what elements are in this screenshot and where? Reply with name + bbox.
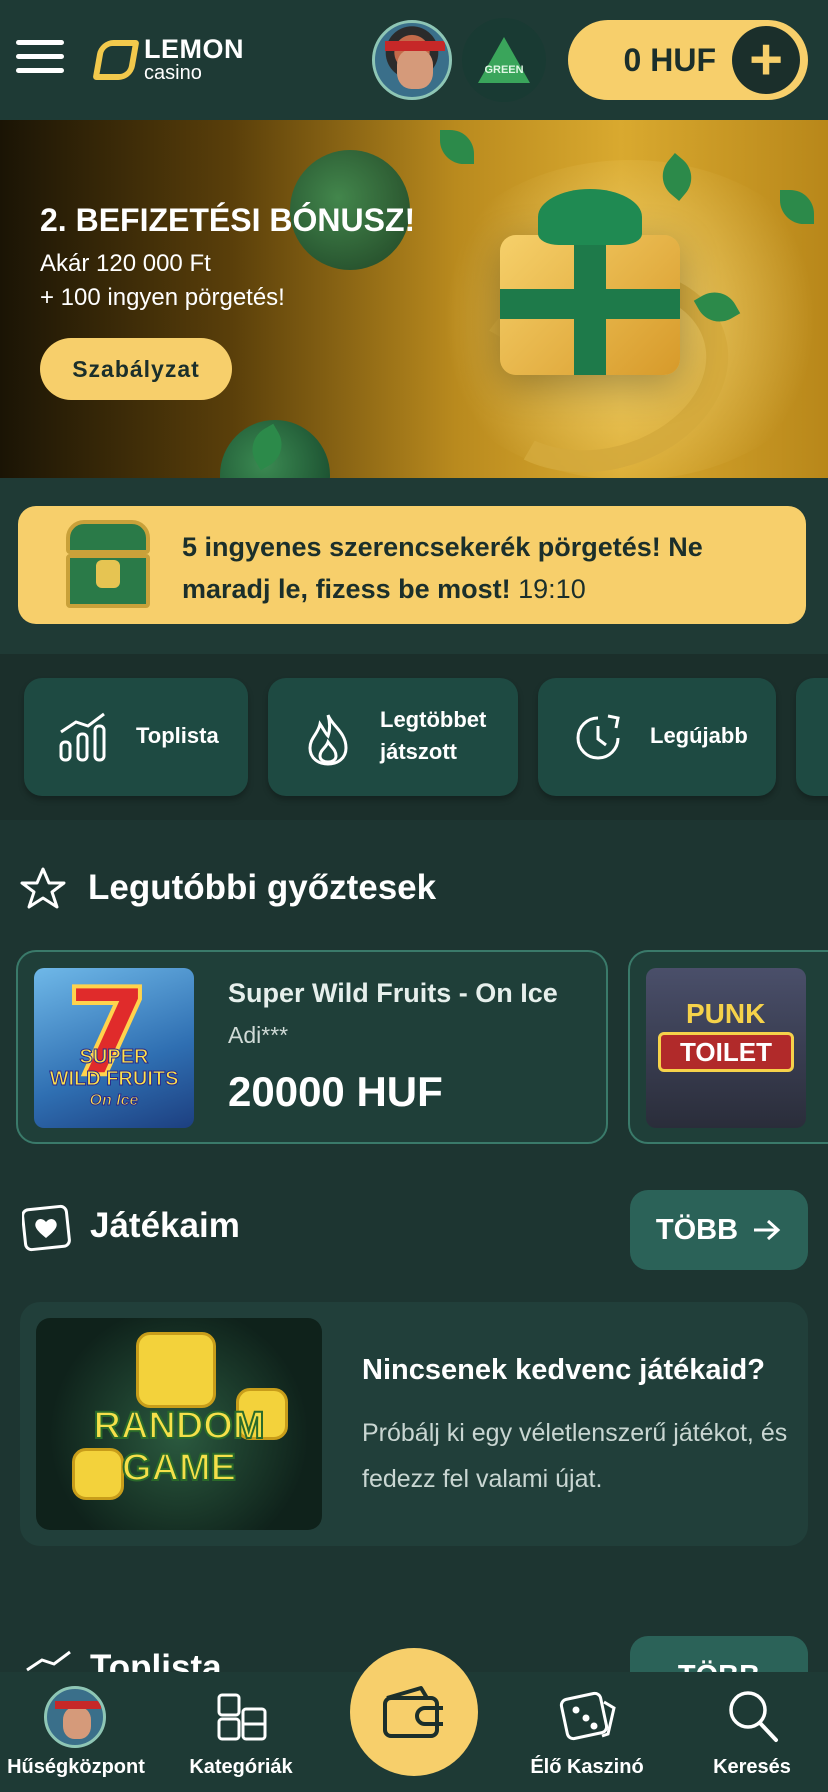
promo-strip-section: 5 ingyenes szerencsekerék pörgetés! Ne m…	[0, 478, 828, 654]
star-icon	[20, 867, 66, 909]
chip-label-toplista: Toplista	[136, 723, 219, 748]
rules-button[interactable]: Szabályzat	[40, 338, 232, 400]
lemon-logo-icon	[92, 39, 140, 80]
random-game-text-2: GAME	[121, 1446, 237, 1490]
menu-icon[interactable]	[16, 40, 64, 74]
clock-icon	[576, 714, 620, 760]
wallet-icon	[383, 1686, 443, 1738]
nav-live-casino[interactable]: Élő Kaszinó	[522, 1672, 652, 1792]
wheel-spin-promo[interactable]: 5 ingyenes szerencsekerék pörgetés! Ne m…	[18, 506, 806, 624]
empty-favorites-card: RANDOM GAME Nincsenek kedvenc játékaid? …	[20, 1302, 808, 1546]
banner-title: 2. BEFIZETÉSI BÓNUSZ!	[40, 202, 416, 238]
plus-icon: +	[732, 26, 800, 94]
nav-label-search: Keresés	[713, 1756, 791, 1778]
top-header: LEMON casino GREEN 0 HUF +	[0, 0, 828, 120]
chip-newest[interactable]: Legújabb	[538, 678, 776, 796]
winner-game-name: Super Wild Fruits - On Ice	[228, 978, 558, 1008]
green-badge-label: GREEN	[484, 64, 524, 76]
treasure-chest-icon	[58, 520, 158, 612]
winner-amount: 20000 HUF	[228, 1068, 443, 1115]
promo-timer: 19:10	[518, 574, 586, 604]
heart-card-icon	[22, 1204, 71, 1252]
logo-text-lemon: LEMON	[144, 34, 244, 64]
profile-avatar[interactable]	[372, 20, 452, 100]
banner-line2: + 100 ingyen pörgetés!	[40, 284, 285, 311]
grid-icon	[217, 1693, 267, 1741]
random-game-thumbnail[interactable]: RANDOM GAME	[36, 1318, 322, 1530]
dice-icon	[559, 1691, 616, 1741]
my-games-title: Játékaim	[90, 1206, 240, 1245]
random-game-text-1: RANDOM	[93, 1404, 266, 1448]
recent-winners-title: Legutóbbi győztesek	[88, 868, 437, 907]
super-wild-fruits-thumbnail: 7 SUPER WILD FRUITS On Ice	[34, 968, 194, 1128]
lemon-casino-logo[interactable]: LEMON casino	[92, 34, 244, 84]
chip-most-played[interactable]: Legtöbbet játszott	[268, 678, 518, 796]
chip-label-newest: Legújabb	[650, 723, 748, 748]
balance-deposit-button[interactable]: 0 HUF +	[568, 20, 808, 100]
flame-icon	[308, 714, 348, 766]
my-games-more-button[interactable]: TÖBB	[630, 1190, 808, 1270]
green-badge-icon	[478, 37, 530, 83]
nav-label-loyalty: Hűségközpont	[7, 1756, 145, 1778]
nav-search[interactable]: Keresés	[700, 1672, 804, 1792]
winner-card[interactable]: 7 SUPER WILD FRUITS On Ice Super Wild Fr…	[16, 950, 608, 1144]
winner-card[interactable]: PUNK TOILET	[628, 950, 828, 1144]
search-icon	[729, 1691, 778, 1742]
wallet-button[interactable]	[350, 1648, 478, 1776]
avatar	[44, 1686, 106, 1748]
nav-label-categories: Kategóriák	[189, 1756, 293, 1778]
arrow-right-icon	[754, 1219, 781, 1241]
banner-line1: Akár 120 000 Ft	[40, 250, 211, 277]
punk-toilet-thumbnail: PUNK TOILET	[646, 968, 806, 1128]
category-chips: Toplista Legtöbbet játszott Legújabb	[0, 654, 828, 820]
chip-next-partial[interactable]	[796, 678, 828, 796]
chip-toplista[interactable]: Toplista	[24, 678, 248, 796]
nav-label-live-casino: Élő Kaszinó	[530, 1756, 644, 1778]
more-label: TÖBB	[655, 1213, 739, 1246]
chart-bars-icon	[59, 712, 106, 762]
promo-banner[interactable]: 2. BEFIZETÉSI BÓNUSZ! Akár 120 000 Ft + …	[0, 120, 828, 478]
empty-favorites-title: Nincsenek kedvenc játékaid?	[362, 1354, 765, 1386]
nav-categories[interactable]: Kategóriák	[170, 1672, 312, 1792]
logo-text-casino: casino	[144, 62, 202, 84]
gift-box-image	[500, 189, 680, 375]
nav-loyalty[interactable]: Hűségközpont	[0, 1672, 152, 1792]
empty-favorites-text: Próbálj ki egy véletlenszerű játékot, és…	[362, 1419, 788, 1493]
promo-message: 5 ingyenes szerencsekerék pörgetés! Ne m…	[182, 526, 782, 610]
green-level-badge[interactable]: GREEN	[462, 18, 546, 102]
balance-amount: 0 HUF	[623, 41, 716, 78]
winner-username: Adi***	[228, 1022, 289, 1048]
chip-label-most-played: Legtöbbet játszott	[380, 707, 487, 764]
promo-text: 5 ingyenes szerencsekerék pörgetés! Ne m…	[182, 532, 703, 604]
